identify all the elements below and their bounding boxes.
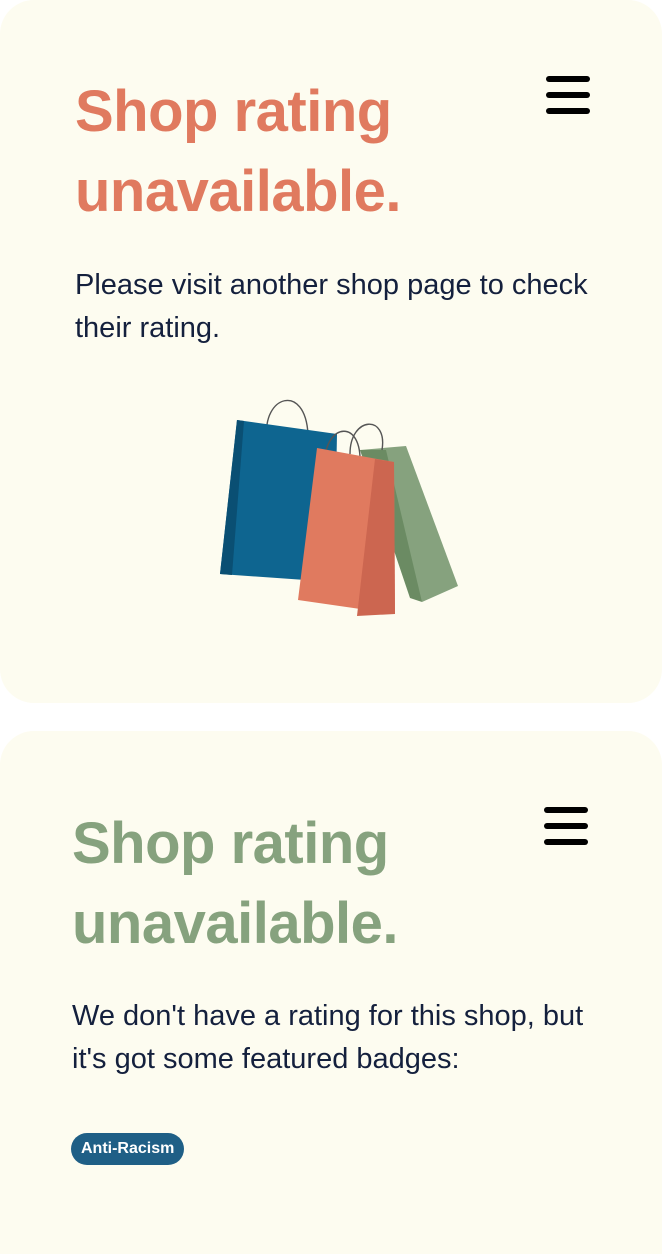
shopping-bags-illustration (220, 399, 458, 616)
menu-bar (544, 823, 588, 829)
anti-racism-badge[interactable]: Anti-Racism (71, 1133, 185, 1165)
hamburger-menu-icon[interactable] (546, 76, 590, 116)
shop-rating-unavailable-card: Shop rating unavailable. Please visit an… (0, 0, 662, 703)
menu-bar (544, 807, 588, 813)
page-title: Shop rating unavailable. (72, 811, 399, 956)
description-text: We don't have a rating for this shop, bu… (72, 1000, 584, 1075)
hamburger-menu-icon[interactable] (544, 807, 588, 847)
menu-bar (546, 92, 590, 98)
page-title: Shop rating unavailable. (75, 79, 402, 224)
description-text: Please visit another shop page to check … (75, 269, 588, 344)
shop-rating-badges-card: Shop rating unavailable. We don't have a… (0, 731, 662, 1254)
menu-bar (546, 108, 590, 114)
menu-bar (546, 76, 590, 82)
menu-bar (544, 839, 588, 845)
